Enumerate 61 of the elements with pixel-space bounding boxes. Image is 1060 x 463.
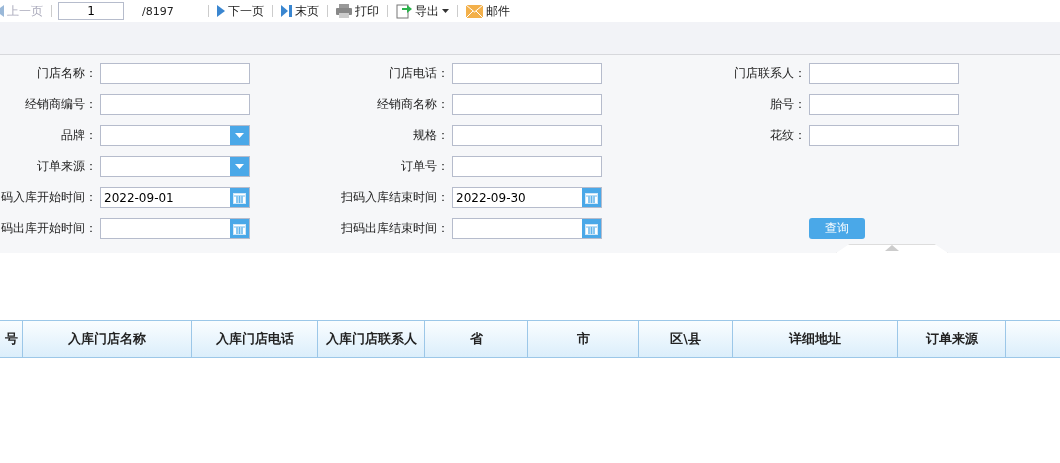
dropdown-arrow-icon bbox=[235, 133, 244, 138]
field-label: 扫码入库结束时间： bbox=[340, 189, 450, 206]
page-number-field[interactable]: 1 bbox=[58, 2, 124, 20]
input-field[interactable] bbox=[100, 63, 250, 84]
column-header: 省 bbox=[425, 321, 528, 357]
input-field[interactable] bbox=[809, 94, 959, 115]
date-field[interactable]: 2022-09-30 bbox=[452, 187, 602, 208]
field-label: 门店电话： bbox=[388, 65, 450, 82]
input-field[interactable] bbox=[452, 94, 602, 115]
column-header: 详细地址 bbox=[733, 321, 898, 357]
last-page-icon bbox=[281, 5, 292, 17]
column-header: 订单来源 bbox=[898, 321, 1006, 357]
export-button[interactable]: 导出 bbox=[394, 2, 451, 20]
printer-icon bbox=[336, 4, 352, 18]
field-label: 胎号： bbox=[769, 96, 807, 113]
input-field[interactable] bbox=[100, 94, 250, 115]
field-label: 花纹： bbox=[769, 127, 807, 144]
input-field[interactable] bbox=[452, 63, 602, 84]
field-label: 码出库开始时间： bbox=[0, 220, 98, 237]
field-label: 订单号： bbox=[400, 158, 450, 175]
column-header: 市 bbox=[528, 321, 639, 357]
column-header: 区\县 bbox=[639, 321, 733, 357]
field-label: 扫码出库结束时间： bbox=[340, 220, 450, 237]
field-label: 规格： bbox=[412, 127, 450, 144]
print-button[interactable]: 打印 bbox=[334, 2, 381, 20]
up-triangle-icon bbox=[885, 245, 899, 251]
dropdown-field[interactable] bbox=[100, 125, 250, 146]
dropdown-arrow-icon bbox=[235, 164, 244, 169]
field-input[interactable]: 2022-09-01 bbox=[101, 188, 230, 207]
mail-button[interactable]: 邮件 bbox=[464, 2, 512, 20]
input-field[interactable] bbox=[452, 125, 602, 146]
page-total: /8197 bbox=[141, 4, 175, 18]
calendar-icon bbox=[585, 222, 598, 235]
field-input[interactable]: 2022-09-30 bbox=[453, 188, 582, 207]
caret-icon bbox=[442, 9, 449, 13]
right-triangle-icon bbox=[217, 5, 225, 17]
field-label: 经销商名称： bbox=[376, 96, 450, 113]
date-field[interactable] bbox=[452, 218, 602, 239]
field-label: 订单来源： bbox=[36, 158, 98, 175]
column-header: 入库门店电话 bbox=[192, 321, 318, 357]
column-header: 入库门店名称 bbox=[23, 321, 192, 357]
field-label: 品牌： bbox=[60, 127, 98, 144]
date-field[interactable] bbox=[100, 218, 250, 239]
last-button[interactable]: 末页 bbox=[279, 2, 321, 20]
field-label: 码入库开始时间： bbox=[0, 189, 98, 206]
column-header: 号 bbox=[0, 321, 23, 357]
calendar-icon bbox=[585, 191, 598, 204]
date-field[interactable]: 2022-09-01 bbox=[100, 187, 250, 208]
next-button[interactable]: 下一页 bbox=[215, 2, 266, 20]
input-field[interactable] bbox=[809, 125, 959, 146]
dropdown-field[interactable] bbox=[100, 156, 250, 177]
calendar-icon bbox=[233, 222, 246, 235]
field-label: 门店联系人： bbox=[733, 65, 807, 82]
calendar-icon bbox=[233, 191, 246, 204]
column-header: 入库门店联系人 bbox=[318, 321, 425, 357]
field-label: 经销商编号： bbox=[24, 96, 98, 113]
export-document-icon bbox=[396, 3, 412, 19]
field-label: 门店名称： bbox=[36, 65, 98, 82]
envelope-icon bbox=[466, 4, 483, 18]
input-field[interactable] bbox=[452, 156, 602, 177]
input-field[interactable] bbox=[809, 63, 959, 84]
